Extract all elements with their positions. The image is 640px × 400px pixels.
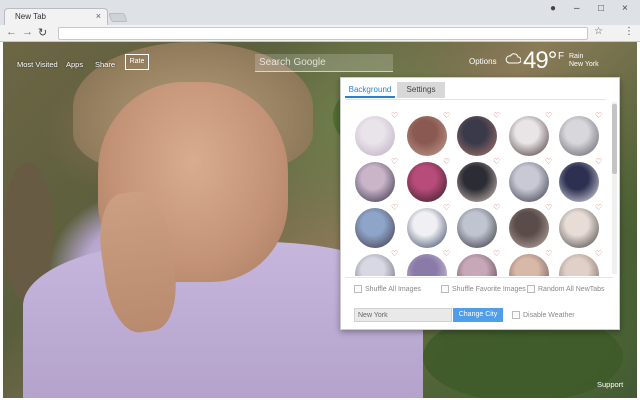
apps-link[interactable]: Apps <box>66 60 83 69</box>
favorite-heart-icon[interactable]: ♡ <box>493 112 500 120</box>
back-icon[interactable]: ← <box>6 26 17 38</box>
favorite-heart-icon[interactable]: ♡ <box>545 158 552 166</box>
weather-condition: Rain <box>569 53 584 60</box>
reload-icon[interactable]: ↻ <box>38 26 47 39</box>
search-input[interactable]: Search Google <box>255 54 393 72</box>
background-thumbnail[interactable] <box>559 254 599 276</box>
background-thumbnail[interactable] <box>559 116 599 156</box>
favorite-heart-icon[interactable]: ♡ <box>595 112 602 120</box>
address-bar[interactable] <box>58 27 588 40</box>
background-thumbnail[interactable] <box>509 208 549 248</box>
favorite-heart-icon[interactable]: ♡ <box>493 204 500 212</box>
favorite-heart-icon[interactable]: ♡ <box>443 250 450 258</box>
random-newtabs-label: Random All NewTabs <box>538 286 605 293</box>
tab-title: New Tab <box>15 12 46 21</box>
favorite-heart-icon[interactable]: ♡ <box>443 158 450 166</box>
menu-icon[interactable]: ⋮ <box>624 26 634 37</box>
random-newtabs-checkbox[interactable] <box>527 285 535 293</box>
shuffle-all-label: Shuffle All Images <box>365 286 421 293</box>
background-thumbnail[interactable] <box>457 116 497 156</box>
tab-close-icon[interactable]: × <box>96 11 101 21</box>
favorite-heart-icon[interactable]: ♡ <box>545 204 552 212</box>
panel-scrollbar[interactable] <box>612 102 617 274</box>
favorite-heart-icon[interactable]: ♡ <box>545 250 552 258</box>
options-link[interactable]: Options <box>469 57 497 66</box>
rate-button[interactable]: Rate <box>125 54 149 70</box>
change-city-button[interactable]: Change City <box>453 308 503 322</box>
background-thumbnail[interactable] <box>457 162 497 202</box>
background-thumbnail[interactable] <box>509 162 549 202</box>
support-link[interactable]: Support <box>597 380 623 389</box>
background-thumbnail[interactable] <box>509 116 549 156</box>
share-link[interactable]: Share <box>95 60 115 69</box>
options-panel: Background Settings ♡ ♡ ♡ ♡ ♡ ♡ ♡ ♡ ♡ ♡ ♡ ♡ ♡ ♡ ♡ ♡ ♡ ♡ ♡ ♡… <box>340 77 620 330</box>
background-thumbnail[interactable] <box>355 254 395 276</box>
favorite-heart-icon[interactable]: ♡ <box>391 250 398 258</box>
browser-tab[interactable]: New Tab × <box>4 8 108 26</box>
favorite-heart-icon[interactable]: ♡ <box>391 204 398 212</box>
favorite-heart-icon[interactable]: ♡ <box>493 158 500 166</box>
background-thumbnail[interactable] <box>407 208 447 248</box>
weather-city: New York <box>569 61 599 68</box>
disable-weather-label: Disable Weather <box>523 312 575 319</box>
favorite-heart-icon[interactable]: ♡ <box>493 250 500 258</box>
favorite-heart-icon[interactable]: ♡ <box>595 204 602 212</box>
browser-chrome: New Tab × ● – □ × ← → ↻ ☆ ⋮ <box>0 0 640 42</box>
background-thumbnail[interactable] <box>509 254 549 276</box>
city-input[interactable] <box>354 308 452 322</box>
weather-details: Rain New York <box>569 53 599 69</box>
tab-background[interactable]: Background <box>345 82 395 98</box>
shuffle-all-checkbox[interactable] <box>354 285 362 293</box>
bookmark-star-icon[interactable]: ☆ <box>594 26 603 37</box>
background-thumbnail[interactable] <box>559 208 599 248</box>
browser-toolbar: ← → ↻ ☆ ⋮ <box>0 25 640 42</box>
background-thumbnail[interactable] <box>457 208 497 248</box>
account-icon[interactable]: ● <box>550 3 556 14</box>
disable-weather-checkbox[interactable] <box>512 311 520 319</box>
tab-settings[interactable]: Settings <box>397 82 445 98</box>
new-tab-button[interactable] <box>108 13 128 22</box>
background-thumbnail[interactable] <box>407 162 447 202</box>
background-thumbnail[interactable] <box>407 254 447 276</box>
background-grid: ♡ ♡ ♡ ♡ ♡ ♡ ♡ ♡ ♡ ♡ ♡ ♡ ♡ ♡ ♡ ♡ ♡ ♡ ♡ ♡ <box>341 100 609 276</box>
background-thumbnail[interactable] <box>407 116 447 156</box>
minimize-icon[interactable]: – <box>574 3 580 14</box>
cloud-icon <box>505 53 521 64</box>
favorite-heart-icon[interactable]: ♡ <box>595 250 602 258</box>
favorite-heart-icon[interactable]: ♡ <box>545 112 552 120</box>
favorite-heart-icon[interactable]: ♡ <box>391 158 398 166</box>
forward-icon[interactable]: → <box>22 26 33 38</box>
favorite-heart-icon[interactable]: ♡ <box>443 112 450 120</box>
maximize-icon[interactable]: □ <box>598 3 604 14</box>
background-thumbnail[interactable] <box>457 254 497 276</box>
tab-strip: New Tab × ● – □ × <box>0 0 640 26</box>
new-tab-page: Most Visited Apps Share Rate Search Goog… <box>3 42 637 398</box>
shuffle-favorite-checkbox[interactable] <box>441 285 449 293</box>
favorite-heart-icon[interactable]: ♡ <box>443 204 450 212</box>
favorite-heart-icon[interactable]: ♡ <box>595 158 602 166</box>
close-window-icon[interactable]: × <box>622 3 628 14</box>
background-thumbnail[interactable] <box>355 116 395 156</box>
panel-separator <box>345 277 613 278</box>
shuffle-favorite-label: Shuffle Favorite Images <box>452 286 526 293</box>
weather-unit: F <box>558 51 565 62</box>
scrollbar-thumb[interactable] <box>612 104 617 174</box>
background-thumbnail[interactable] <box>559 162 599 202</box>
weather-temperature: 49° <box>523 47 557 74</box>
most-visited-link[interactable]: Most Visited <box>17 60 58 69</box>
favorite-heart-icon[interactable]: ♡ <box>391 112 398 120</box>
background-thumbnail[interactable] <box>355 208 395 248</box>
background-thumbnail[interactable] <box>355 162 395 202</box>
